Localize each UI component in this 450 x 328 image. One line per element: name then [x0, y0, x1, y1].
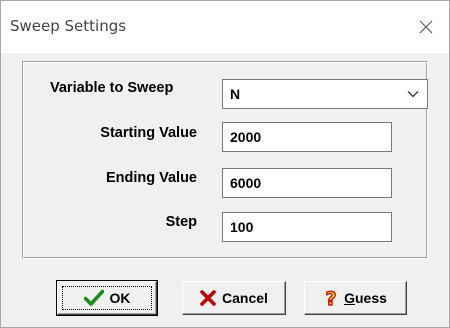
x-icon	[200, 290, 216, 306]
close-button[interactable]	[409, 10, 443, 44]
variable-to-sweep-label: Variable to Sweep	[50, 80, 174, 96]
starting-value-label: Starting Value	[100, 125, 197, 141]
starting-value-input[interactable]: 2000	[222, 122, 392, 152]
variable-to-sweep-select[interactable]: N	[222, 79, 428, 109]
guess-button-label: Guess	[344, 290, 387, 306]
close-icon	[419, 20, 433, 34]
svg-text:?: ?	[326, 288, 337, 308]
variable-to-sweep-value: N	[230, 86, 241, 102]
step-label: Step	[165, 214, 197, 230]
ending-value-label: Ending Value	[105, 170, 197, 186]
guess-button[interactable]: ? Guess	[304, 281, 407, 315]
focus-rectangle	[62, 286, 152, 310]
step-input[interactable]: 100	[222, 212, 392, 242]
title-bar: Sweep Settings	[1, 1, 449, 53]
ending-value-input[interactable]: 6000	[222, 168, 392, 198]
ok-button[interactable]: OK	[56, 280, 158, 316]
chevron-down-icon	[407, 91, 419, 98]
question-icon: ?	[325, 288, 337, 308]
sweep-settings-dialog: Sweep Settings Variable to Sweep N Start…	[0, 0, 450, 328]
cancel-button[interactable]: Cancel	[182, 281, 286, 315]
settings-group: Variable to Sweep N Starting Value 2000 …	[22, 61, 428, 259]
window-title: Sweep Settings	[10, 17, 127, 35]
cancel-button-label: Cancel	[222, 290, 268, 306]
